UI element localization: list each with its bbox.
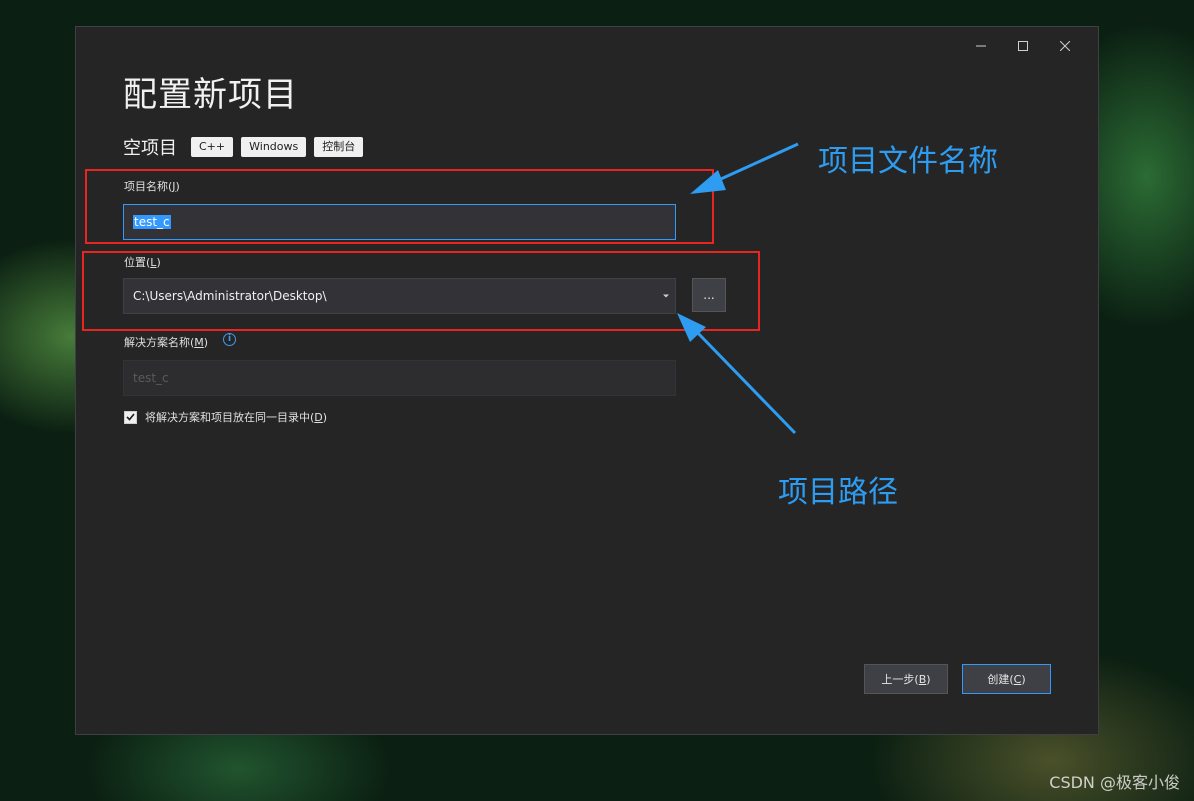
page-title: 配置新项目 (123, 75, 298, 115)
template-info: 空项目 C++ Windows 控制台 (123, 134, 371, 160)
template-name: 空项目 (123, 138, 177, 159)
window-controls (960, 35, 1086, 57)
minimize-icon (976, 45, 986, 47)
solution-name-label: 解决方案名称(M) (124, 336, 209, 349)
project-name-highlight-box (85, 169, 714, 244)
tag-console: 控制台 (314, 137, 364, 157)
create-button[interactable]: 创建(C) (962, 664, 1051, 694)
close-icon (1060, 41, 1070, 51)
project-name-annotation: 项目文件名称 (818, 144, 998, 179)
info-icon[interactable]: i (223, 333, 236, 346)
location-annotation: 项目路径 (778, 475, 898, 510)
checkmark-icon (126, 413, 135, 421)
location-highlight-box (82, 251, 760, 331)
tag-cpp: C++ (191, 137, 234, 157)
minimize-button[interactable] (960, 35, 1002, 57)
maximize-icon (1018, 41, 1028, 51)
same-directory-label: 将解决方案和项目放在同一目录中(D) (145, 411, 328, 424)
same-directory-option[interactable]: 将解决方案和项目放在同一目录中(D) (124, 409, 327, 425)
solution-name-value: test_c (133, 371, 169, 385)
back-button[interactable]: 上一步(B) (864, 664, 948, 694)
maximize-button[interactable] (1002, 35, 1044, 57)
watermark: CSDN @极客小俊 (1049, 773, 1180, 792)
close-button[interactable] (1044, 35, 1086, 57)
same-directory-checkbox[interactable] (124, 410, 137, 424)
tag-windows: Windows (241, 137, 307, 157)
configure-project-dialog: 配置新项目 空项目 C++ Windows 控制台 项目名称(J) test_c… (75, 26, 1099, 735)
solution-name-input: test_c (123, 360, 676, 396)
